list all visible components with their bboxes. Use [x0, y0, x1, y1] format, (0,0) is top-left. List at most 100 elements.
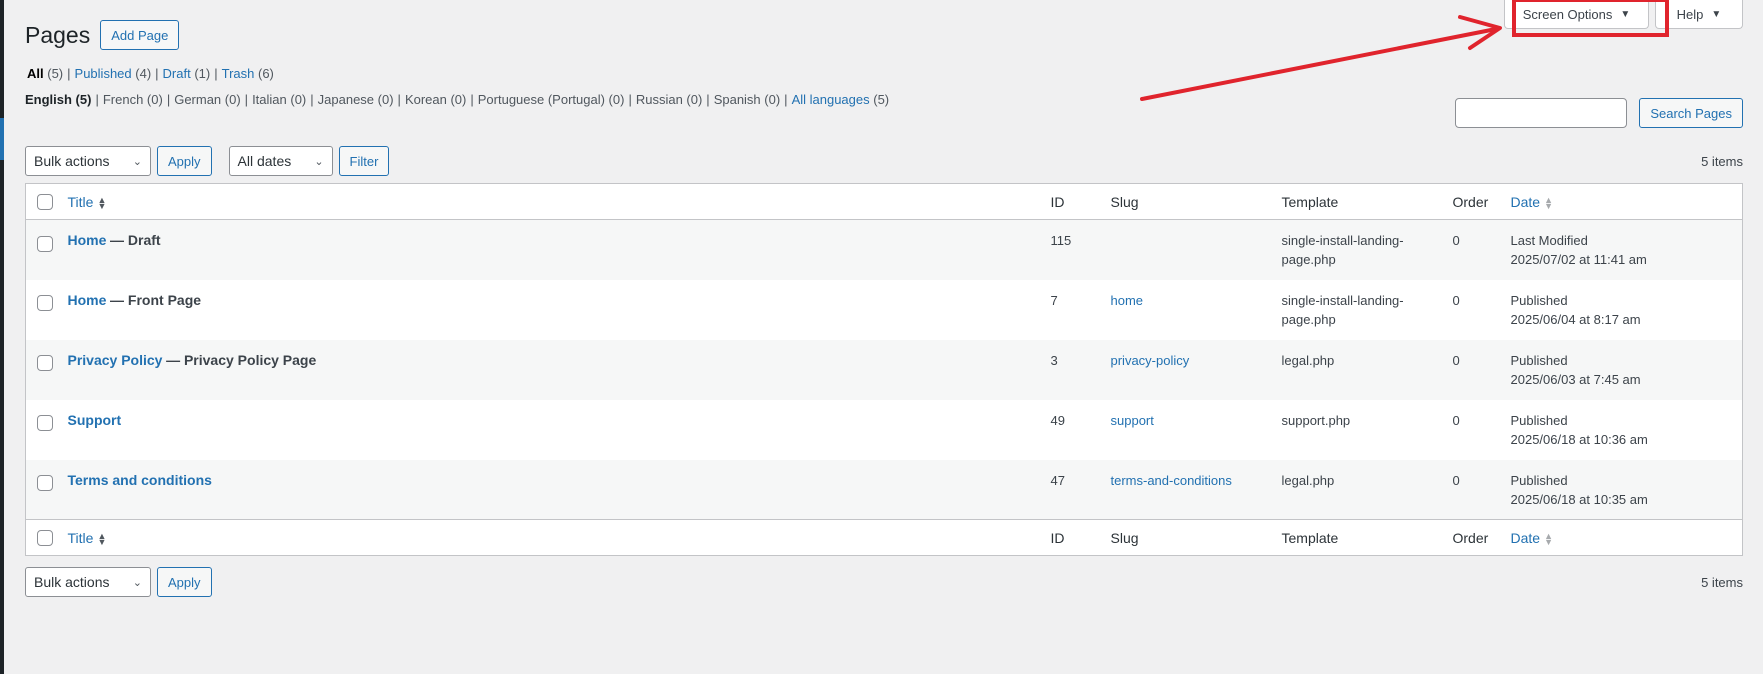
post-state: — Draft — [110, 232, 161, 248]
order-cell: 0 — [1452, 352, 1460, 368]
table-row: Home — Draft 115 single-install-landing-pa… — [25, 219, 1743, 280]
id-cell: 47 — [1050, 472, 1065, 488]
date-value: 2025/06/18 at 10:35 am — [1510, 491, 1648, 507]
title-sort-link[interactable]: Title — [68, 194, 94, 210]
status-filter-all[interactable]: All (5) — [27, 66, 63, 81]
id-column-footer: ID — [1050, 529, 1065, 546]
language-filter[interactable]: Korean (0) — [405, 92, 466, 107]
status-filter-count: (4) — [135, 66, 152, 81]
admin-sidebar-edge — [0, 0, 4, 674]
date-value: 2025/07/02 at 11:41 am — [1510, 252, 1647, 267]
template-column-footer: Template — [1281, 529, 1339, 546]
language-filter[interactable]: Italian (0) — [252, 92, 306, 107]
chevron-down-icon: ⌄ — [314, 155, 324, 168]
separator: | — [706, 92, 710, 107]
row-title-link[interactable]: Privacy Policy — [68, 352, 163, 368]
title-column-footer: Title ▲ ▼ — [68, 520, 1051, 556]
row-checkbox[interactable] — [37, 295, 53, 312]
row-checkbox-cell — [26, 340, 68, 400]
date-status: Published — [1510, 472, 1568, 488]
template-cell: legal.php — [1282, 340, 1453, 400]
row-checkbox-cell — [26, 460, 68, 520]
caret-down-icon: ▼ — [1620, 8, 1631, 20]
row-checkbox[interactable] — [37, 235, 53, 252]
screen-options-button[interactable]: Screen Options ▼ — [1504, 0, 1649, 29]
date-sort-link[interactable]: Date — [1511, 194, 1541, 210]
status-filter-count: (1) — [194, 66, 211, 81]
separator: | — [155, 66, 159, 81]
search-box: Search Pages — [1455, 98, 1743, 128]
caret-down-icon: ▼ — [1711, 8, 1722, 20]
separator: | — [310, 92, 314, 107]
language-filter[interactable]: English (5) — [25, 92, 91, 107]
row-checkbox[interactable] — [37, 415, 53, 432]
separator: | — [95, 92, 99, 107]
table-footer-row: Title ▲ ▼ ID Slug Template Order Date ▲ ▼ — [25, 519, 1743, 556]
add-page-button[interactable]: Add Page — [100, 20, 180, 50]
row-title-link[interactable]: Home — [68, 292, 107, 308]
table-body: Home — Draft 115 single-install-landing-pa… — [25, 219, 1743, 520]
select-all-cell — [26, 184, 68, 220]
status-filter-count: (5) — [47, 66, 64, 81]
separator: | — [397, 92, 401, 107]
order-column-header: Order — [1452, 193, 1489, 210]
filter-button[interactable]: Filter — [338, 146, 390, 176]
status-filter-published[interactable]: Published (4) — [75, 66, 152, 81]
title-sort-link[interactable]: Title — [68, 530, 94, 546]
template-column-header: Template — [1281, 193, 1339, 210]
select-all-checkbox[interactable] — [37, 194, 53, 211]
row-title-link[interactable]: Terms and conditions — [68, 472, 212, 488]
template-value: support.php — [1281, 412, 1351, 428]
template-cell: legal.php — [1282, 460, 1453, 520]
slug-link[interactable]: privacy-policy — [1111, 353, 1190, 368]
status-filter-draft[interactable]: Draft (1) — [163, 66, 211, 81]
title-row: Pages Add Page — [25, 20, 180, 50]
apply-button[interactable]: Apply — [157, 567, 212, 597]
screen-options-label: Screen Options — [1522, 6, 1613, 22]
all-languages-filter[interactable]: All languages (5) — [792, 92, 890, 107]
select-all-cell — [26, 520, 68, 556]
dates-select[interactable]: All dates ⌄ — [228, 146, 333, 176]
bulk-actions-select[interactable]: Bulk actions ⌄ — [25, 146, 151, 176]
search-input[interactable] — [1455, 98, 1628, 128]
slug-link[interactable]: terms-and-conditions — [1111, 473, 1232, 488]
slug-cell: privacy-policy — [1111, 340, 1282, 400]
apply-button[interactable]: Apply — [157, 146, 212, 176]
pages-table: Title ▲ ▼ ID Slug Template Order Date ▲ ▼ Ho… — [25, 183, 1743, 556]
template-cell: support.php — [1282, 400, 1453, 460]
items-count: 5 items — [1701, 574, 1743, 590]
chevron-down-icon: ⌄ — [132, 576, 142, 589]
screen-meta-links: Screen Options ▼ Help ▼ — [1504, 0, 1743, 29]
language-filter[interactable]: Portuguese (Portugal) (0) — [478, 92, 625, 107]
all-languages-label: All languages — [791, 92, 870, 107]
language-filter[interactable]: Japanese (0) — [318, 92, 394, 107]
row-checkbox[interactable] — [37, 475, 53, 492]
slug-link[interactable]: support — [1111, 413, 1154, 428]
language-filter[interactable]: Spanish (0) — [714, 92, 780, 107]
sort-icon: ▲ ▼ — [1544, 194, 1553, 211]
help-button[interactable]: Help ▼ — [1655, 0, 1743, 29]
separator: | — [67, 66, 71, 81]
slug-cell: support — [1111, 400, 1282, 460]
row-title-link[interactable]: Home — [68, 232, 107, 248]
date-status: Published — [1510, 352, 1568, 368]
language-filter[interactable]: German (0) — [174, 92, 240, 107]
date-value: 2025/06/03 at 7:45 am — [1510, 371, 1641, 387]
search-pages-button[interactable]: Search Pages — [1639, 98, 1743, 128]
language-filter[interactable]: Russian (0) — [636, 92, 702, 107]
date-sort-link[interactable]: Date — [1511, 530, 1541, 546]
sort-icon: ▲ ▼ — [97, 194, 107, 211]
language-filter[interactable]: French (0) — [103, 92, 163, 107]
table-row: Privacy Policy — Privacy Policy Page 3 pri… — [25, 339, 1743, 400]
select-all-checkbox[interactable] — [37, 530, 53, 547]
order-cell: 0 — [1452, 233, 1460, 248]
status-filter-trash[interactable]: Trash (6) — [222, 66, 274, 81]
bulk-actions-select[interactable]: Bulk actions ⌄ — [25, 567, 151, 597]
date-cell: Published 2025/06/18 at 10:36 am — [1511, 400, 1743, 460]
row-title-link[interactable]: Support — [68, 412, 122, 428]
status-filter-label: All — [27, 66, 44, 81]
language-filters: English (5) | French (0) | German (0) | Italia… — [25, 92, 889, 107]
row-checkbox[interactable] — [37, 355, 53, 372]
table-row: Support 49 support support.php 0 Published 202… — [26, 400, 1743, 460]
slug-link[interactable]: home — [1111, 293, 1144, 308]
